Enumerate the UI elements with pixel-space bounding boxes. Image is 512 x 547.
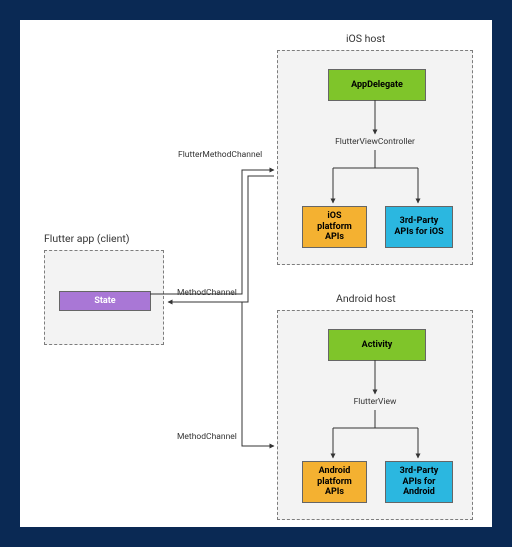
android-platform-apis-node: Android platform APIs: [302, 461, 367, 503]
method-channel-android-label: MethodChannel: [177, 432, 237, 442]
state-node: State: [59, 291, 151, 311]
activity-node: Activity: [328, 329, 426, 361]
ios-host-title: iOS host: [346, 32, 385, 45]
app-delegate-node: AppDelegate: [328, 69, 426, 101]
flutter-view-controller-label: FlutterViewController: [278, 137, 472, 147]
ios-third-party-node: 3rd-Party APIs for iOS: [385, 206, 453, 248]
flutter-client-box: State: [44, 250, 164, 345]
flutter-client-title: Flutter app (client): [44, 232, 130, 245]
android-host-title: Android host: [336, 292, 396, 305]
ios-platform-apis-node: iOS platform APIs: [302, 206, 367, 248]
diagram-canvas: Flutter app (client) State iOS host AppD…: [20, 20, 492, 527]
android-third-party-node: 3rd-Party APIs for Android: [385, 461, 453, 503]
ios-host-box: AppDelegate FlutterViewController iOS pl…: [277, 50, 473, 265]
flutter-method-channel-label: FlutterMethodChannel: [178, 150, 262, 160]
method-channel-ios-label: MethodChannel: [177, 288, 237, 298]
flutter-view-label: FlutterView: [278, 397, 472, 407]
android-host-box: Activity FlutterView Android platform AP…: [277, 310, 473, 520]
